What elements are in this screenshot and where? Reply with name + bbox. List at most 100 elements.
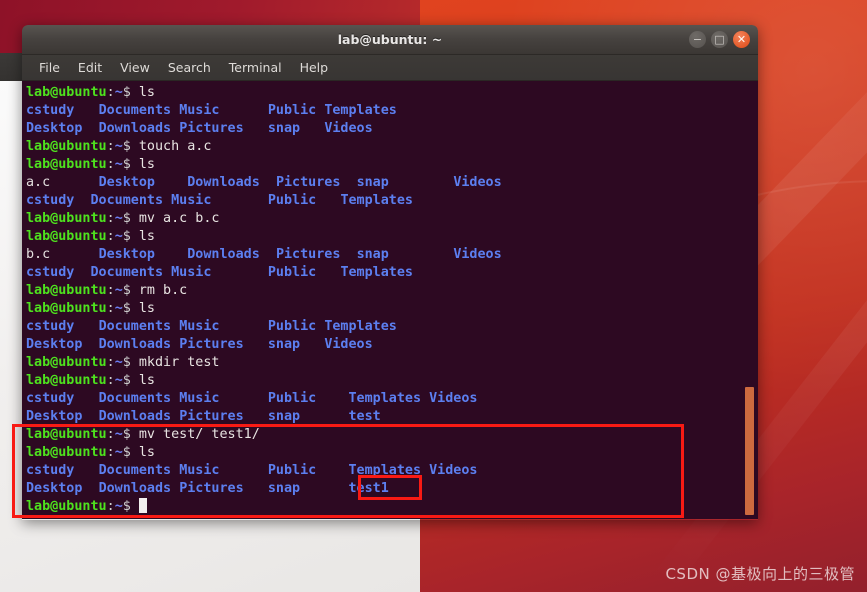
terminal-scrollbar[interactable] — [745, 81, 756, 519]
maximize-button[interactable]: □ — [711, 31, 728, 48]
column-gap — [163, 193, 171, 208]
column-gap — [413, 265, 421, 280]
terminal-window: lab@ubuntu: ~ − □ ✕ File Edit View Search Te… — [22, 25, 758, 520]
watermark: CSDN @基极向上的三极管 — [665, 565, 855, 583]
terminal-entry-snap: snap — [267, 121, 301, 136]
terminal-entry-Music: Music — [179, 463, 220, 478]
terminal-prompt-line: lab@ubuntu:~$ ls — [26, 372, 758, 390]
prompt-dollar: $ — [122, 139, 139, 154]
close-button[interactable]: ✕ — [733, 31, 750, 48]
prompt-user: lab@ubuntu — [26, 355, 107, 370]
terminal-command: rm b.c — [138, 283, 188, 298]
column-gap — [389, 175, 454, 190]
column-gap — [260, 247, 276, 262]
terminal-entry-Music: Music — [171, 193, 212, 208]
terminal-entry-Music: Music — [179, 319, 220, 334]
terminal-entry-test: test — [348, 409, 381, 424]
terminal-prompt-line: lab@ubuntu:~$ ls — [26, 156, 758, 174]
terminal-body[interactable]: lab@ubuntu:~$ ls cstudy Documents Music P… — [22, 81, 758, 519]
terminal-entry-Videos: Videos — [429, 463, 478, 478]
menu-item-edit[interactable]: Edit — [69, 58, 111, 77]
column-gap — [300, 121, 324, 136]
prompt-path: ~ — [114, 373, 123, 388]
screen: lab@ubuntu: ~ − □ ✕ File Edit View Search Te… — [0, 0, 867, 592]
column-gap — [220, 391, 268, 406]
terminal-entry-Pictures: Pictures — [275, 247, 341, 262]
terminal-command: ls — [138, 373, 155, 388]
terminal-entry-Pictures: Pictures — [179, 337, 244, 352]
menu-item-view[interactable]: View — [111, 58, 159, 77]
column-gap — [171, 409, 179, 424]
column-gap — [211, 193, 267, 208]
terminal-entry-Templates: Templates — [324, 103, 397, 118]
column-gap — [316, 391, 348, 406]
column-gap — [381, 409, 429, 424]
prompt-user: lab@ubuntu — [26, 139, 107, 154]
terminal-output-line: Desktop Downloads Pictures snap Videos — [26, 336, 758, 354]
prompt-path: ~ — [114, 445, 123, 460]
terminal-entry-cstudy: cstudy — [26, 265, 75, 280]
column-gap — [373, 337, 397, 352]
minimize-button[interactable]: − — [689, 31, 706, 48]
terminal-output-line: Desktop Downloads Pictures snap test1 — [26, 480, 758, 498]
terminal-entry-Videos: Videos — [453, 175, 502, 190]
terminal-command: mkdir test — [138, 355, 220, 370]
terminal-command: mv test/ test1/ — [138, 427, 260, 442]
terminal-output-line: cstudy Documents Music Public Templates — [26, 264, 758, 282]
prompt-dollar: $ — [122, 499, 139, 514]
terminal-entry-Downloads: Downloads — [98, 121, 172, 136]
menu-item-search[interactable]: Search — [159, 58, 220, 77]
prompt-user: lab@ubuntu — [26, 445, 107, 460]
terminal-command: mv a.c b.c — [138, 211, 220, 226]
terminal-prompt-line: lab@ubuntu:~$ mkdir test — [26, 354, 758, 372]
terminal-command: ls — [138, 157, 155, 172]
terminal-entry-Public: Public — [267, 265, 317, 280]
prompt-dollar: $ — [122, 283, 139, 298]
scrollbar-thumb[interactable] — [745, 387, 754, 515]
terminal-prompt-line: lab@ubuntu:~$ ls — [26, 228, 758, 246]
prompt-colon: : — [106, 157, 115, 172]
terminal-entry-Downloads: Downloads — [187, 175, 260, 190]
terminal-entry-Public: Public — [267, 193, 317, 208]
terminal-entry-cstudy: cstudy — [26, 391, 75, 406]
column-gap — [502, 247, 510, 262]
prompt-colon: : — [106, 85, 115, 100]
column-gap — [50, 247, 98, 262]
column-gap — [478, 463, 486, 478]
menu-item-help[interactable]: Help — [291, 58, 338, 77]
column-gap — [373, 121, 397, 136]
terminal-entry-Public: Public — [267, 391, 317, 406]
terminal-entry-Public: Public — [267, 103, 317, 118]
terminal-entry-Templates: Templates — [340, 265, 413, 280]
column-gap — [82, 121, 98, 136]
prompt-dollar: $ — [122, 445, 139, 460]
column-gap — [389, 247, 454, 262]
terminal-prompt-line: lab@ubuntu:~$ ls — [26, 84, 758, 102]
menu-item-terminal[interactable]: Terminal — [220, 58, 291, 77]
prompt-colon: : — [106, 301, 115, 316]
column-gap — [244, 337, 268, 352]
column-gap — [220, 463, 268, 478]
column-gap — [220, 103, 268, 118]
terminal-cursor — [138, 498, 148, 513]
terminal-entry-Documents: Documents — [90, 193, 164, 208]
window-titlebar[interactable]: lab@ubuntu: ~ − □ ✕ — [22, 25, 758, 55]
terminal-entry-Videos: Videos — [453, 247, 502, 262]
terminal-entry-Documents: Documents — [98, 463, 172, 478]
prompt-user: lab@ubuntu — [26, 211, 107, 226]
terminal-entry-snap: snap — [267, 481, 301, 496]
terminal-entry-Templates: Templates — [348, 391, 422, 406]
terminal-command: ls — [138, 85, 155, 100]
terminal-output-line: b.c Desktop Downloads Pictures snap Vide… — [26, 246, 758, 264]
column-gap — [171, 463, 179, 478]
menu-item-file[interactable]: File — [30, 58, 69, 77]
terminal-entry-Music: Music — [179, 103, 220, 118]
column-gap — [316, 463, 348, 478]
terminal-entry-Videos: Videos — [324, 121, 373, 136]
column-gap — [421, 391, 429, 406]
terminal-entry-cstudy: cstudy — [26, 319, 75, 334]
prompt-user: lab@ubuntu — [26, 283, 107, 298]
terminal-prompt-line: lab@ubuntu:~$ mv a.c b.c — [26, 210, 758, 228]
window-controls: − □ ✕ — [689, 31, 750, 48]
terminal-prompt-line: lab@ubuntu:~$ rm b.c — [26, 282, 758, 300]
